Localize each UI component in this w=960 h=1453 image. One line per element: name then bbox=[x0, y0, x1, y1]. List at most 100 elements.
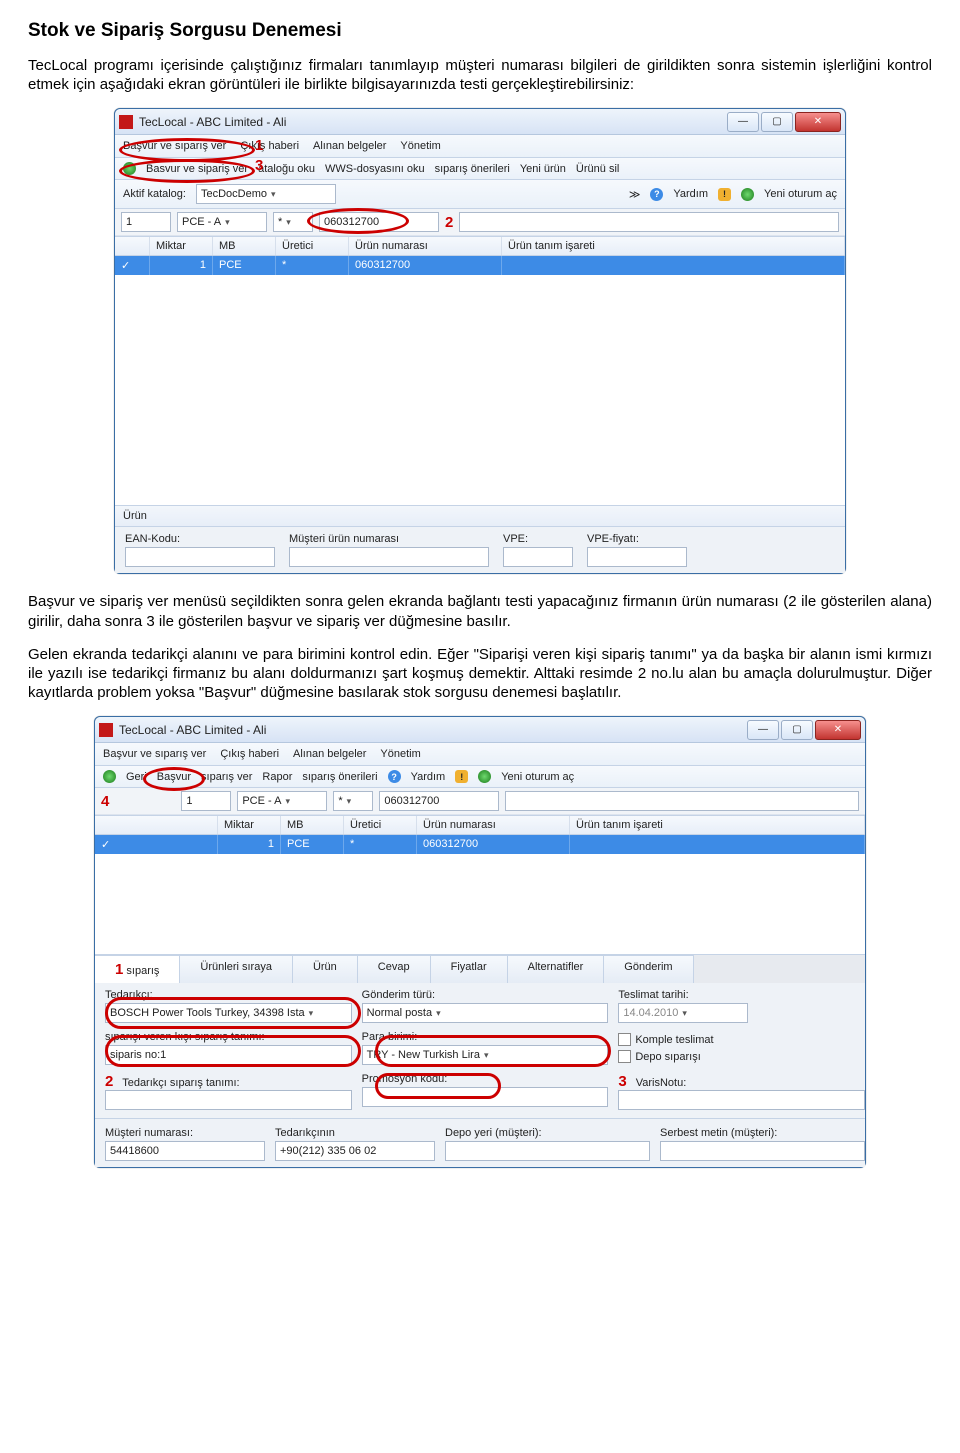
menu-belgeler[interactable]: Alınan belgeler bbox=[293, 748, 366, 760]
tb-siparis[interactable]: sıparış ver bbox=[201, 771, 252, 783]
dym-input[interactable] bbox=[445, 1141, 650, 1161]
vpef-input[interactable] bbox=[587, 547, 687, 567]
window-title: TecLocal - ABC Limited - Ali bbox=[139, 115, 727, 129]
tb-oner[interactable]: sıparış önerileri bbox=[302, 771, 377, 783]
tb-katalog[interactable]: ataloğu oku bbox=[258, 163, 315, 175]
maker-select[interactable]: * bbox=[333, 791, 373, 811]
para-label: Para birimi: bbox=[362, 1031, 599, 1043]
musteri-label: Müşteri numarası: bbox=[105, 1127, 255, 1139]
svk-label: sıparışı veren kışı sıparış tanımı: bbox=[105, 1031, 342, 1043]
para-select[interactable]: TRY - New Turkish Lira bbox=[362, 1045, 609, 1065]
mun-input[interactable] bbox=[289, 547, 489, 567]
komple-checkbox[interactable]: Komple teslimat bbox=[618, 1033, 855, 1046]
promo-label: Promosyon kodu: bbox=[362, 1073, 599, 1085]
qty-input[interactable]: 1 bbox=[121, 212, 171, 232]
session-icon bbox=[478, 770, 491, 783]
promo-input[interactable] bbox=[362, 1087, 609, 1107]
sm-input[interactable] bbox=[660, 1141, 865, 1161]
tst-input[interactable] bbox=[105, 1090, 352, 1110]
col-miktar: Miktar bbox=[218, 816, 281, 834]
teslimat-date[interactable]: 14.04.2010 bbox=[618, 1003, 748, 1023]
varis-input[interactable] bbox=[618, 1090, 865, 1110]
grid-row-1[interactable]: ✓ 1 PCE * 060312700 bbox=[95, 835, 865, 854]
product-input[interactable]: 060312700 bbox=[319, 212, 439, 232]
tb-help[interactable]: Yardım bbox=[411, 771, 446, 783]
tb-yeni[interactable]: Yeni ürün bbox=[520, 163, 566, 175]
svk-input[interactable]: siparis no:1 bbox=[105, 1045, 352, 1065]
tb-session[interactable]: Yeni oturum aç bbox=[764, 188, 837, 200]
close-button[interactable]: ✕ bbox=[795, 112, 841, 132]
menu-yonetim[interactable]: Yönetim bbox=[400, 140, 440, 152]
unit-select[interactable]: PCE - A bbox=[237, 791, 327, 811]
window-title: TecLocal - ABC Limited - Ali bbox=[119, 723, 747, 737]
tab-urunleri[interactable]: Ürünleri sıraya bbox=[180, 955, 293, 983]
menu-yonetim[interactable]: Yönetim bbox=[380, 748, 420, 760]
tedarikci-select[interactable]: BOSCH Power Tools Turkey, 34398 Ista bbox=[105, 1003, 352, 1023]
tb-session[interactable]: Yeni oturum aç bbox=[501, 771, 574, 783]
product-input[interactable]: 060312700 bbox=[379, 791, 499, 811]
musteri-input[interactable]: 54418600 bbox=[105, 1141, 265, 1161]
tb-geri[interactable]: Geri bbox=[126, 771, 147, 783]
annotation-2b: 2 bbox=[105, 1073, 113, 1090]
tab-gonderim[interactable]: Gönderim bbox=[604, 955, 693, 983]
tab-fiyatlar[interactable]: Fiyatlar bbox=[431, 955, 508, 983]
toolbar: Geri Başvur sıparış ver Rapor sıparış ön… bbox=[95, 766, 865, 788]
col-mb: MB bbox=[281, 816, 344, 834]
paragraph-3: Gelen ekranda tedarikçi alanını ve para … bbox=[28, 645, 932, 703]
ean-input[interactable] bbox=[125, 547, 275, 567]
tab-alternatif[interactable]: Alternatifler bbox=[508, 955, 605, 983]
active-input-row: 1 PCE - A * 060312700 2 bbox=[115, 209, 845, 236]
menu-basvur[interactable]: Başvur ve sıparış ver bbox=[103, 748, 206, 760]
paragraph-1: TecLocal programı içerisinde çalıştığını… bbox=[28, 56, 932, 94]
tb-basvur[interactable]: Basvur ve sipariş ver bbox=[146, 163, 248, 175]
menu-cikis[interactable]: Çıkış haberi bbox=[240, 140, 299, 152]
grid-row-1[interactable]: ✓ 1 PCE * 060312700 bbox=[115, 256, 845, 275]
help-icon: ? bbox=[650, 188, 663, 201]
warn-icon: ! bbox=[718, 188, 731, 201]
tb-wws[interactable]: WWS-dosyasını oku bbox=[325, 163, 425, 175]
grid-header: Miktar MB Üretici Ürün numarası Ürün tan… bbox=[95, 815, 865, 835]
tk-input[interactable]: +90(212) 335 06 02 bbox=[275, 1141, 435, 1161]
menu-belgeler[interactable]: Alınan belgeler bbox=[313, 140, 386, 152]
col-uretici: Üretici bbox=[276, 237, 349, 255]
gonderim-label: Gönderim türü: bbox=[362, 989, 599, 1001]
order-panel: Tedarıkçı: BOSCH Power Tools Turkey, 343… bbox=[95, 983, 865, 1167]
close-button[interactable]: ✕ bbox=[815, 720, 861, 740]
menubar: Başvur ve sıparış ver Çıkış haberi Alına… bbox=[115, 135, 845, 158]
app-icon bbox=[119, 115, 133, 129]
grid-body: ✓ 1 PCE * 060312700 bbox=[95, 835, 865, 954]
col-miktar: Miktar bbox=[150, 237, 213, 255]
minimize-button[interactable]: — bbox=[727, 112, 759, 132]
maker-select[interactable]: * bbox=[273, 212, 313, 232]
varis-label: VarisNotu: bbox=[636, 1077, 687, 1089]
minimize-button[interactable]: — bbox=[747, 720, 779, 740]
vpe-input[interactable] bbox=[503, 547, 573, 567]
screenshot-2: TecLocal - ABC Limited - Ali — ▢ ✕ Başvu… bbox=[94, 716, 866, 1168]
tb-basvur[interactable]: Başvur bbox=[157, 771, 191, 783]
session-icon bbox=[741, 188, 754, 201]
tb-rapor[interactable]: Rapor bbox=[262, 771, 292, 783]
sm-label: Serbest metin (müşteri): bbox=[660, 1127, 855, 1139]
maximize-button[interactable]: ▢ bbox=[781, 720, 813, 740]
tab-cevap[interactable]: Cevap bbox=[358, 955, 431, 983]
desc-input[interactable] bbox=[505, 791, 859, 811]
menu-basvur[interactable]: Başvur ve sıparış ver bbox=[123, 140, 226, 152]
gonderim-select[interactable]: Normal posta bbox=[362, 1003, 609, 1023]
depo-checkbox[interactable]: Depo sıparışı bbox=[618, 1050, 855, 1063]
tk-label: Tedarıkçının bbox=[275, 1127, 425, 1139]
maximize-button[interactable]: ▢ bbox=[761, 112, 793, 132]
qty-input[interactable]: 1 bbox=[181, 791, 231, 811]
tab-urun[interactable]: Ürün bbox=[293, 955, 358, 983]
aktif-select[interactable]: TecDocDemo bbox=[196, 184, 336, 204]
desc-input[interactable] bbox=[459, 212, 839, 232]
unit-select[interactable]: PCE - A bbox=[177, 212, 267, 232]
menu-cikis[interactable]: Çıkış haberi bbox=[220, 748, 279, 760]
urun-form: EAN-Kodu: Müşteri ürün numarası VPE: VPE… bbox=[115, 527, 845, 573]
tb-sil[interactable]: Ürünü sil bbox=[576, 163, 619, 175]
back-icon bbox=[103, 770, 116, 783]
teslimat-label: Teslimat tarihi: bbox=[618, 989, 855, 1001]
ean-label: EAN-Kodu: bbox=[125, 533, 275, 545]
tab-siparis[interactable]: 1 sıparış bbox=[95, 955, 180, 983]
tb-oner[interactable]: sıparış önerileri bbox=[435, 163, 510, 175]
tb-help[interactable]: Yardım bbox=[673, 188, 708, 200]
